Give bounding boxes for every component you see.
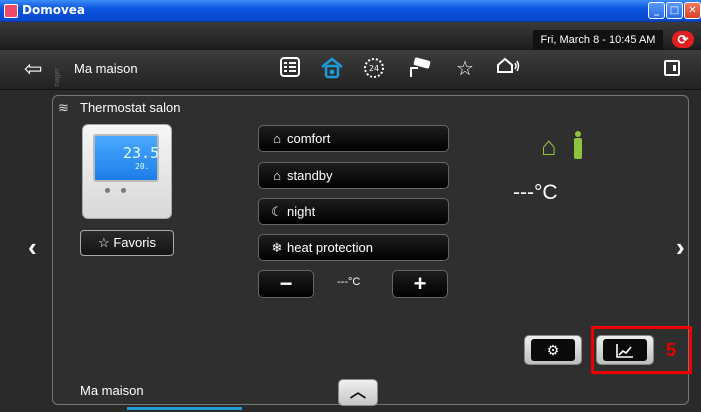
annotation-highlight (591, 326, 692, 374)
decrease-button[interactable]: − (258, 270, 314, 298)
heating-icon: ≋ (58, 100, 69, 115)
app-icon (4, 4, 18, 18)
nav-title: Ma maison (74, 61, 138, 76)
mode-night-button[interactable]: ☾ night (258, 198, 449, 225)
favorites-label: Favoris (113, 235, 156, 250)
thermostat-knob (121, 188, 126, 193)
night-icon: ☾ (271, 204, 283, 219)
person-icon (574, 131, 582, 159)
close-button[interactable]: ✕ (684, 2, 701, 19)
maximize-button[interactable]: □ (666, 2, 683, 19)
settings-button[interactable]: ⚙ (524, 335, 582, 365)
standby-icon: ⌂ (273, 168, 281, 183)
svg-text:24: 24 (369, 64, 379, 73)
camera-icon[interactable] (405, 56, 433, 82)
snowflake-icon: ❄ (271, 240, 283, 255)
back-arrow-icon[interactable]: ⇦ (24, 58, 42, 80)
presence-icon[interactable] (494, 56, 522, 82)
comfort-icon: ⌂ (273, 131, 281, 146)
star-icon: ☆ (98, 235, 110, 250)
thermostat-display-main: 23.5 (123, 144, 160, 162)
annotation-number: 5 (666, 340, 677, 360)
temperature-reading: ---°C (513, 181, 558, 204)
mode-label: heat protection (287, 240, 374, 255)
list-icon[interactable] (276, 56, 304, 82)
gears-icon: ⚙ (531, 339, 575, 361)
thermostat-knob (105, 188, 110, 193)
mode-comfort-button[interactable]: ⌂ comfort (258, 125, 449, 152)
clock-24-icon[interactable]: 24 (360, 56, 388, 82)
scroll-up-button[interactable]: ︿ (338, 379, 378, 406)
minimize-button[interactable]: _ (648, 2, 665, 19)
favorites-button[interactable]: ☆ Favoris (80, 230, 174, 256)
page-indicator (127, 407, 242, 410)
sync-icon[interactable]: ⟳ (672, 31, 694, 48)
device-name: Thermostat salon (80, 100, 181, 115)
house-icon[interactable] (318, 56, 346, 82)
datetime-display: Fri, March 8 - 10:45 AM (533, 30, 663, 50)
thermostat-image: 23.5 20. (82, 124, 172, 219)
mode-heat-protection-button[interactable]: ❄ heat protection (258, 234, 449, 261)
mode-label: comfort (287, 131, 331, 146)
thermostat-screen: 23.5 20. (93, 134, 159, 182)
window-title: Domovea (22, 3, 86, 17)
brand-mark: hager (54, 68, 61, 86)
thermostat-display-small: 20. (135, 162, 150, 171)
next-arrow-icon[interactable]: › (676, 234, 685, 260)
window-titlebar (0, 0, 701, 22)
previous-arrow-icon[interactable]: ‹ (28, 234, 37, 260)
increase-button[interactable]: + (392, 270, 448, 298)
star-icon[interactable]: ☆ (451, 56, 479, 82)
mode-label: night (287, 204, 316, 219)
exit-icon[interactable] (664, 60, 680, 76)
mode-standby-button[interactable]: ⌂ standby (258, 162, 449, 189)
mode-label: standby (287, 168, 333, 183)
footer-location: Ma maison (80, 383, 144, 398)
home-presence-icon: ⌂ (541, 131, 557, 161)
setpoint-value: ---°C (337, 276, 361, 288)
